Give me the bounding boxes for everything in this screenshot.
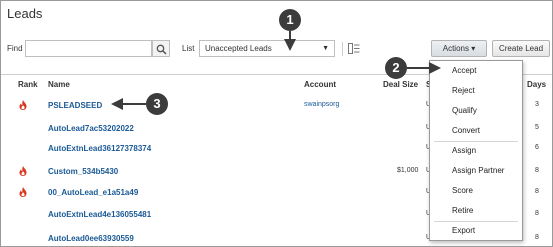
freeze-columns-icon[interactable]	[348, 43, 360, 54]
column-header-deal-size[interactable]: Deal Size	[383, 80, 418, 89]
search-button[interactable]	[152, 40, 170, 57]
list-label: List	[182, 44, 195, 53]
find-label: Find	[7, 44, 23, 53]
flame-icon	[19, 166, 27, 176]
days-value: 8	[535, 234, 539, 241]
days-value: 3	[535, 101, 539, 108]
lead-name-link[interactable]: PSLEADSEED	[48, 101, 102, 110]
days-value: 8	[535, 188, 539, 195]
menu-item-assign-partner[interactable]: Assign Partner	[430, 161, 522, 181]
menu-item-retire[interactable]: Retire	[430, 201, 522, 221]
menu-separator	[434, 221, 518, 222]
account-link[interactable]: swainpsorg	[304, 101, 339, 108]
lead-name-link[interactable]: AutoExtnLead4e136055481	[48, 210, 151, 219]
lead-name-link[interactable]: Custom_534b5430	[48, 167, 118, 176]
leads-page: Leads Find List Unaccepted Leads ▼ Actio…	[0, 0, 553, 247]
flame-icon	[19, 100, 27, 110]
days-value: 8	[535, 167, 539, 174]
menu-item-score[interactable]: Score	[430, 181, 522, 201]
create-lead-button[interactable]: Create Lead	[492, 40, 550, 57]
toolbar: Find List Unaccepted Leads ▼ Actions ▾ C…	[1, 38, 552, 60]
callout-2: 2	[385, 57, 407, 79]
column-header-days[interactable]: Days	[527, 80, 546, 89]
lead-name-link[interactable]: AutoLead7ac53202022	[48, 124, 134, 133]
lead-name-link[interactable]: AutoExtnLead36127378374	[48, 144, 151, 153]
lead-name-link[interactable]: 00_AutoLead_e1a51a49	[48, 188, 138, 197]
menu-item-accept[interactable]: Accept	[430, 61, 522, 81]
days-value: 8	[535, 210, 539, 217]
menu-item-reject[interactable]: Reject	[430, 81, 522, 101]
menu-item-export[interactable]: Export	[430, 221, 522, 241]
deal-size-value: $1,000	[397, 167, 419, 174]
menu-separator	[434, 141, 518, 142]
column-header-rank[interactable]: Rank	[18, 80, 38, 89]
callout-1: 1	[279, 9, 301, 31]
flame-icon	[19, 187, 27, 197]
menu-item-assign[interactable]: Assign	[430, 141, 522, 161]
column-header-account[interactable]: Account	[304, 80, 336, 89]
list-select[interactable]: Unaccepted Leads ▼	[199, 40, 335, 57]
menu-item-qualify[interactable]: Qualify	[430, 101, 522, 121]
search-icon	[156, 44, 167, 55]
toolbar-divider	[342, 42, 343, 56]
chevron-down-icon: ▼	[322, 45, 329, 52]
find-input[interactable]	[25, 40, 152, 57]
actions-menu: Accept Reject Qualify Convert Assign Assign P…	[429, 60, 523, 241]
actions-button[interactable]: Actions ▾	[431, 40, 487, 57]
list-select-value: Unaccepted Leads	[205, 44, 272, 53]
days-value: 6	[535, 144, 539, 151]
page-title: Leads	[7, 6, 43, 21]
callout-3: 3	[146, 93, 168, 115]
column-header-name[interactable]: Name	[48, 80, 70, 89]
days-value: 5	[535, 124, 539, 131]
lead-name-link[interactable]: AutoLead0ee63930559	[48, 234, 134, 243]
menu-item-convert[interactable]: Convert	[430, 121, 522, 141]
